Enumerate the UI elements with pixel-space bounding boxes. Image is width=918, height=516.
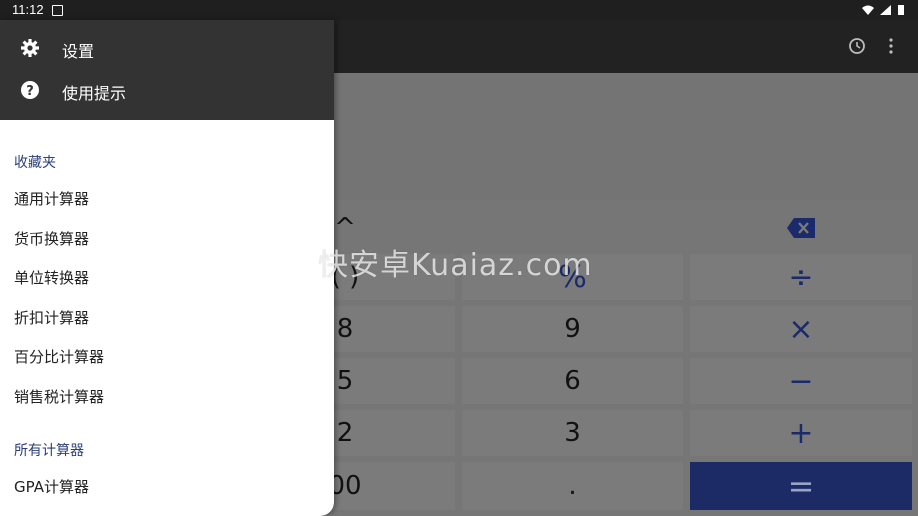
navigation-drawer: 设置 ? 使用提示 收藏夹 通用计算器 货币换算器 单位转换器 折扣计算器 百分… [0,20,334,516]
status-bar: 11:12 [0,0,918,20]
equals-key[interactable]: = [690,462,912,510]
status-time: 11:12 [12,2,44,17]
digit-9-key[interactable]: 9 [462,306,683,352]
help-label: 使用提示 [62,84,127,103]
digit-6-key[interactable]: 6 [462,358,683,404]
drawer-item-discount-calculator[interactable]: 折扣计算器 [0,297,334,337]
decimal-key[interactable]: . [462,462,683,510]
svg-text:?: ? [26,84,34,99]
drawer-item-currency-converter[interactable]: 货币换算器 [0,218,334,258]
drawer-item-gpa-calculator[interactable]: GPA计算器 [0,466,334,506]
backspace-icon [787,218,815,238]
drawer-item-sales-tax-calculator[interactable]: 销售税计算器 [0,376,334,416]
drawer-item-settings[interactable]: 设置 [0,28,334,70]
drawer-item-general-calculator[interactable]: 通用计算器 [0,178,334,218]
battery-icon [898,5,904,15]
drawer-item-help[interactable]: ? 使用提示 [0,70,334,112]
backspace-key[interactable] [690,208,912,248]
signal-icon [880,5,891,15]
watermark: 快安卓Kuaiaz.com [318,248,593,283]
wifi-icon [862,5,874,15]
gear-icon [21,39,39,57]
section-title-all-calculators: 所有计算器 [14,443,84,459]
digit-3-key[interactable]: 3 [462,410,683,456]
history-icon[interactable] [848,37,866,55]
divide-key[interactable]: ÷ [690,254,912,300]
minus-key[interactable]: − [690,358,912,404]
drawer-item-percentage-calculator[interactable]: 百分比计算器 [0,336,334,376]
more-icon[interactable] [884,37,898,55]
section-title-favorites: 收藏夹 [14,155,56,171]
help-icon: ? [21,81,39,99]
drawer-header: 设置 ? 使用提示 [0,20,334,120]
settings-label: 设置 [62,42,95,61]
multiply-key[interactable]: × [690,306,912,352]
plus-key[interactable]: + [690,410,912,456]
status-icons [862,5,904,15]
drawer-item-unit-converter[interactable]: 单位转换器 [0,257,334,297]
notification-icon [52,5,63,16]
